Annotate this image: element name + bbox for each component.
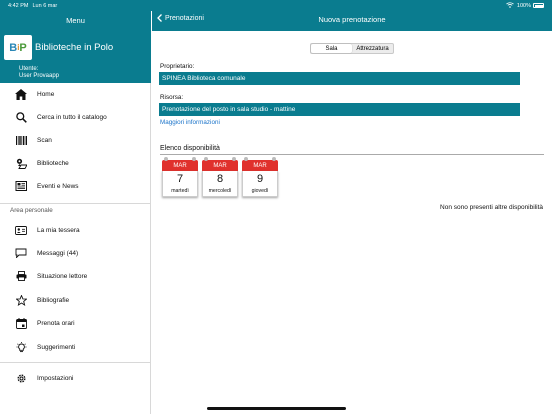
calendar-weekday: martedì [171,188,189,194]
sidebar-item-label: Eventi e News [37,182,79,190]
sidebar-item-label: Home [37,90,55,98]
more-info-link[interactable]: Maggiori informazioni [160,119,220,126]
calendar-day-button[interactable]: MAR 8 mercoledì [202,157,238,198]
sidebar-item-label: Bibliografie [37,296,70,304]
availability-divider [160,154,544,155]
sidebar-item-label: Impostazioni [37,374,74,382]
lightbulb-icon [14,340,28,354]
app-root: Menu BiP Biblioteche in Polo Utente: Use… [0,0,552,414]
calendar-weekday: giovedì [251,188,269,194]
calendar-rings-icon [164,157,196,161]
sidebar-item-home[interactable]: Home [0,84,151,104]
sidebar: Menu BiP Biblioteche in Polo Utente: Use… [0,0,151,414]
resource-label: Risorsa: [160,94,184,101]
brand-name: Biblioteche in Polo [35,42,114,53]
sidebar-item-events-news[interactable]: Eventi e News [0,176,151,196]
wifi-icon [506,1,514,10]
barcode-icon [14,133,28,147]
message-icon [14,246,28,260]
page-title: Nuova prenotazione [318,15,386,24]
resource-field[interactable]: Prenotazione del posto in sala studio - … [159,103,520,116]
status-time: 4:42 PM [8,2,29,9]
map-pin-icon [14,156,28,170]
calendar-rings-icon [204,157,236,161]
sidebar-item-label: La mia tessera [37,226,80,234]
calendar-day-number: 8 [216,173,224,185]
battery-percent: 100% [516,2,531,9]
sidebar-divider [0,203,151,204]
availability-title: Elenco disponibilità [160,145,220,152]
battery-icon [533,3,544,8]
sidebar-item-book-times[interactable]: Prenota orari [0,313,151,333]
home-indicator[interactable] [207,407,346,410]
sidebar-item-messages[interactable]: Messaggi (44) [0,243,151,263]
owner-value: SPINEA Biblioteca comunale [162,75,246,82]
sidebar-item-suggestions[interactable]: Suggerimenti [0,337,151,357]
resource-value: Prenotazione del posto in sala studio - … [162,106,296,113]
calendar-weekday: mercoledì [208,188,232,194]
calendar-day-number: 7 [176,173,184,185]
gear-icon [14,371,28,385]
user-label: Utente: [19,66,39,72]
sidebar-item-label: Cerca in tutto il catalogo [37,113,107,121]
sidebar-title: Menu [66,16,85,25]
owner-field[interactable]: SPINEA Biblioteca comunale [159,72,520,85]
printer-icon [14,269,28,283]
sidebar-item-label: Scan [37,136,52,144]
sidebar-item-label: Situazione lettore [37,272,88,280]
calendar-icon [14,316,28,330]
sidebar-item-label: Prenota orari [37,319,75,327]
sidebar-item-settings[interactable]: Impostazioni [0,368,151,388]
sidebar-item-label: Biblioteche [37,159,69,167]
calendar-day-button[interactable]: MAR 7 martedì [162,157,198,198]
status-date: Lun 6 mar [32,2,58,9]
sidebar-item-scan[interactable]: Scan [0,130,151,150]
owner-label: Proprietario: [160,63,195,70]
sidebar-item-libraries[interactable]: Biblioteche [0,153,151,173]
segment-sala[interactable]: Sala [311,44,352,53]
news-icon [14,179,28,193]
sidebar-item-label: Suggerimenti [37,343,76,351]
sidebar-item-reader-status[interactable]: Situazione lettore [0,266,151,286]
star-icon [14,293,28,307]
home-icon [14,87,28,101]
sidebar-item-bibliographies[interactable]: Bibliografie [0,290,151,310]
segment-attrezzatura[interactable]: Attrezzatura [352,44,393,53]
status-bar: 4:42 PM Lun 6 mar 100% [0,0,552,11]
sidebar-header: Menu BiP Biblioteche in Polo Utente: Use… [0,0,151,83]
no-more-availability-text: Non sono presenti altre disponibilità [440,204,543,211]
sidebar-item-my-card[interactable]: La mia tessera [0,220,151,240]
calendar-day-number: 9 [256,173,264,185]
calendar-rings-icon [244,157,276,161]
section-label-personal-area: Area personale [10,207,53,214]
resource-type-segmented-control: Sala Attrezzatura [310,43,394,54]
app-logo: BiP [4,35,32,60]
calendar-day-button[interactable]: MAR 9 giovedì [242,157,278,198]
search-icon [14,110,28,124]
sidebar-item-label: Messaggi (44) [37,249,79,257]
sidebar-item-search[interactable]: Cerca in tutto il catalogo [0,107,151,127]
id-card-icon [14,223,28,237]
user-name: User Provaapp [19,73,60,79]
sidebar-divider [0,362,151,363]
